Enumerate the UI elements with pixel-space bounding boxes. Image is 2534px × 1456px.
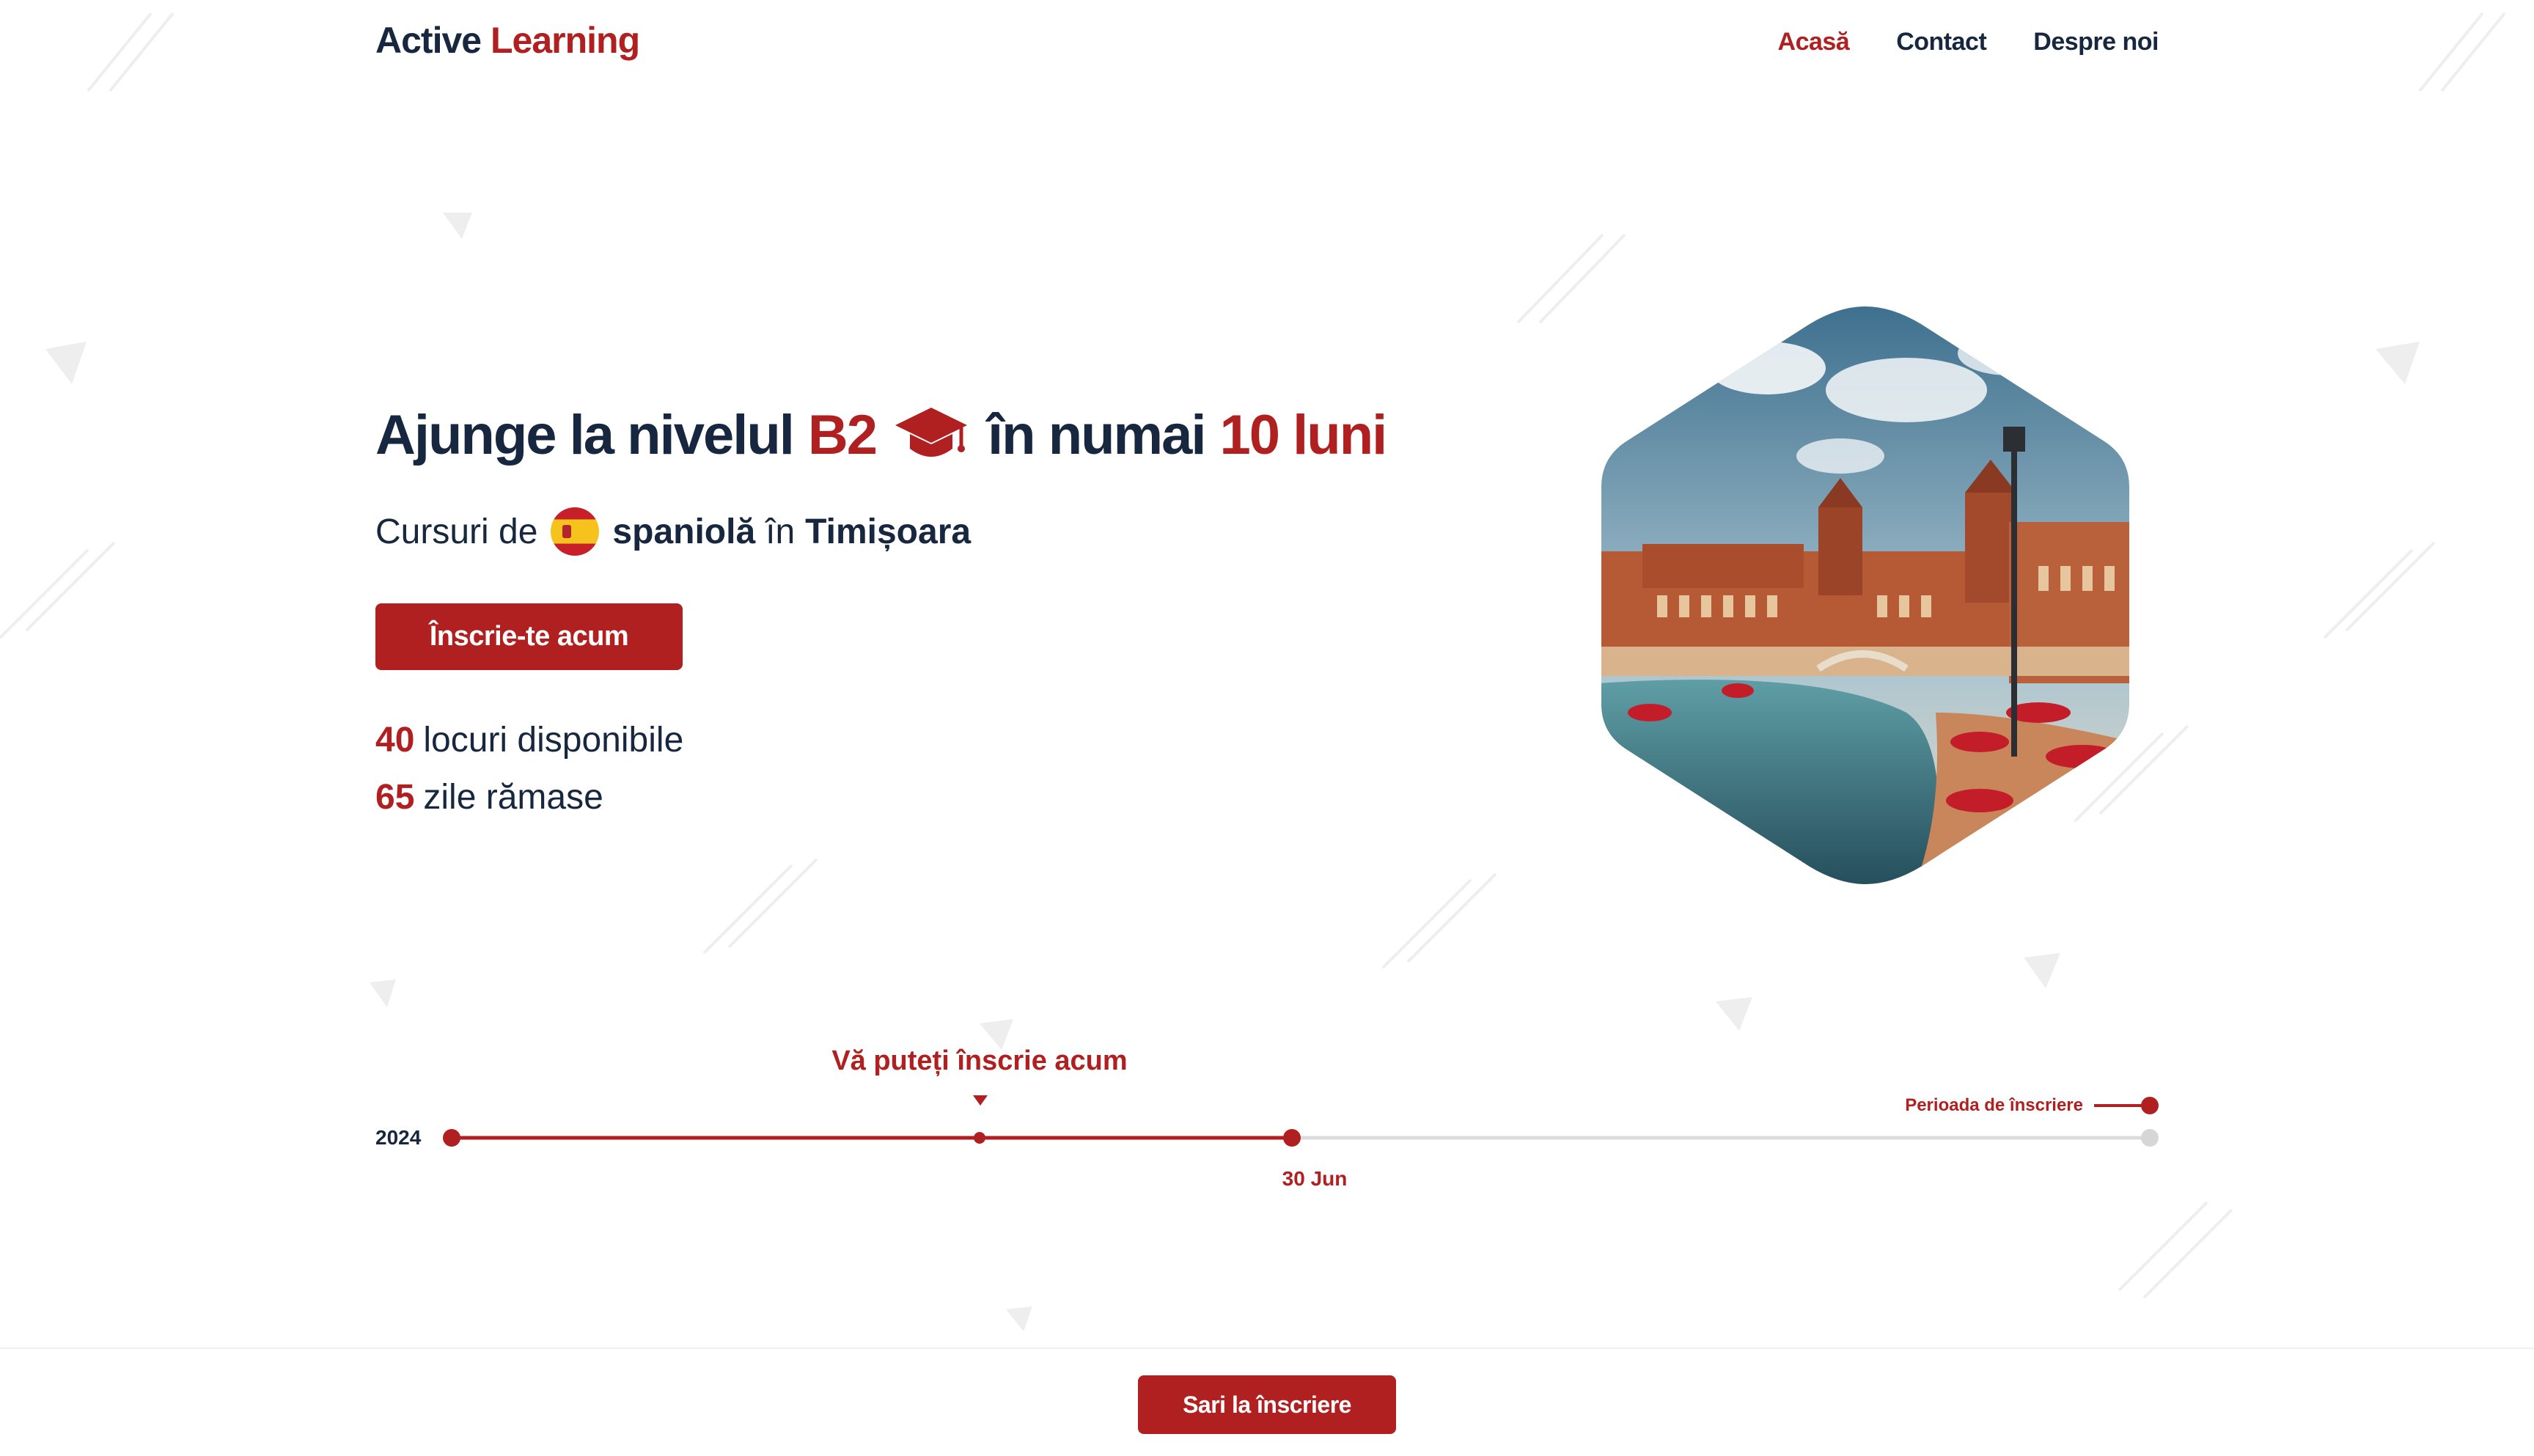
sticky-footer: Sari la înscriere [0,1347,2534,1456]
timeline-now-label: Vă puteți înscrie acum [831,1045,1128,1076]
jump-to-enroll-button[interactable]: Sari la înscriere [1138,1375,1396,1434]
timeline-now-arrow-icon [973,1095,988,1106]
timeline-date-label: 30 Jun [1282,1167,1348,1190]
timeline-legend-label: Perioada de înscriere [1905,1095,2083,1115]
timeline-now-dot [974,1132,985,1144]
timeline-start-dot [443,1129,460,1147]
enrollment-timeline [443,1097,2159,1147]
legend-dot [2141,1097,2159,1114]
timeline-deadline-dot [1283,1129,1301,1147]
timeline-year: 2024 [375,1126,422,1149]
timeline-end-dot [2141,1129,2159,1147]
page: Active Learning Acasă Contact Despre noi… [0,0,2534,1456]
